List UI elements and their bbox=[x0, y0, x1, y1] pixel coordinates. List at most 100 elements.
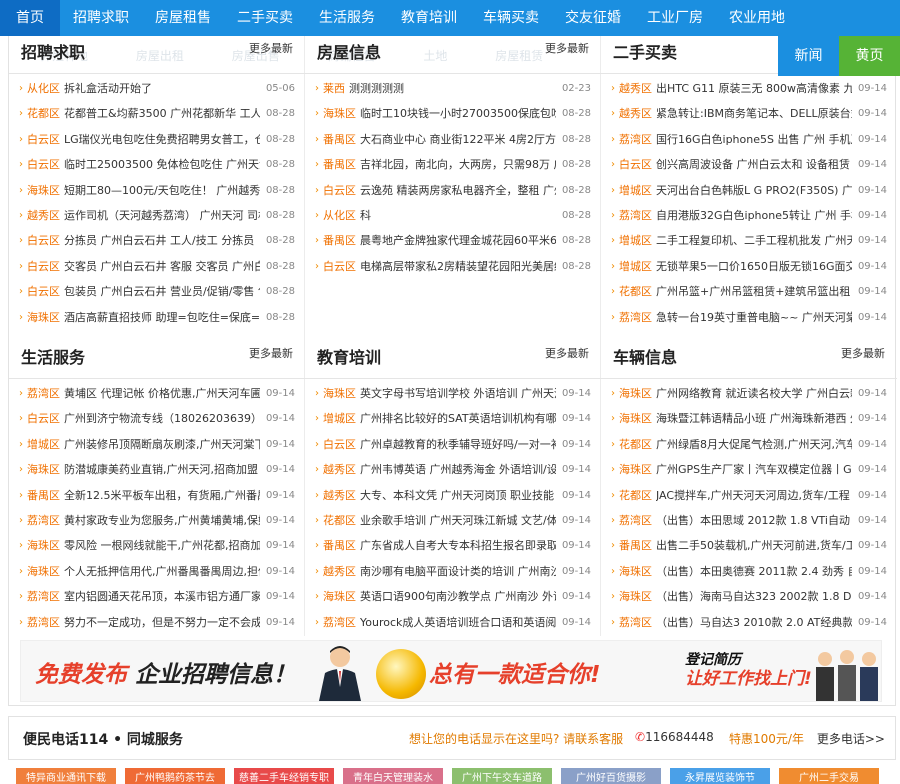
listing-item[interactable]: › 白云区 交客员 广州白云石井 客服 交客员 广州白 08-28 bbox=[9, 254, 305, 279]
district-label[interactable]: 白云区 bbox=[27, 127, 60, 152]
district-label[interactable]: 花都区 bbox=[619, 483, 652, 508]
nav-housing[interactable]: 房屋租售 bbox=[142, 0, 224, 36]
district-label[interactable]: 越秀区 bbox=[323, 457, 356, 482]
district-label[interactable]: 越秀区 bbox=[619, 76, 652, 101]
listing-item[interactable]: › 白云区 电梯高层带家私2房精装望花园阳光美居绿 08-28 bbox=[305, 254, 601, 279]
district-label[interactable]: 增城区 bbox=[619, 178, 652, 203]
listing-item[interactable]: › 海珠区 海珠暨江韩语精品小班 广州海珠新港西 外 09-14 bbox=[601, 406, 897, 431]
listing-title[interactable]: 大专、本科文凭 广州天河岗顶 职业技能 bbox=[360, 483, 556, 508]
listing-title[interactable]: 英文字母书写培训学校 外语培训 广州天河 bbox=[360, 381, 556, 406]
listing-item[interactable]: › 荔湾区 （出售）本田思域 2012款 1.8 VTi自动 09-14 bbox=[601, 508, 897, 533]
listing-item[interactable]: › 花都区 JAC搅拌车,广州天河天河周边,货车/工程 09-14 bbox=[601, 483, 897, 508]
listing-item[interactable]: › 花都区 广州吊篮+广州吊篮租赁+建筑吊篮出租 广 09-14 bbox=[601, 279, 897, 304]
panel-more-link[interactable]: 更多最新 bbox=[545, 345, 589, 361]
listing-title[interactable]: 黄村家政专业为您服务,广州黄埔黄埔,保姆/ bbox=[64, 508, 260, 533]
listing-item[interactable]: › 荔湾区 （出售）马自达3 2010款 2.0 AT经典款 09-14 bbox=[601, 610, 897, 635]
nav-farmland[interactable]: 农业用地 bbox=[716, 0, 798, 36]
listing-title[interactable]: 国行16G白色iphone5S 出售 广州 手机及 bbox=[656, 127, 852, 152]
listing-title[interactable]: 广州网络教育 就近读名校大学 广州白云新 bbox=[656, 381, 852, 406]
listing-title[interactable]: 花都普工&均薪3500 广州花都新华 工人/技 bbox=[64, 101, 260, 126]
listing-title[interactable]: 零风险 一根网线就能干,广州花都,招商加 bbox=[64, 533, 260, 558]
district-label[interactable]: 荔湾区 bbox=[323, 610, 356, 635]
listing-item[interactable]: › 海珠区 （出售）海南马自达323 2002款 1.8 D 09-14 bbox=[601, 584, 897, 609]
listing-title[interactable]: 天河出台白色韩版L G PRO2(F350S) 广 bbox=[656, 178, 852, 203]
district-label[interactable]: 海珠区 bbox=[27, 533, 60, 558]
listing-item[interactable]: › 白云区 广州到济宁物流专线（18026203639）,广 09-14 bbox=[9, 406, 305, 431]
listing-item[interactable]: › 番禺区 出售二手50装载机,广州天河前进,货车/工程 09-14 bbox=[601, 533, 897, 558]
district-label[interactable]: 越秀区 bbox=[323, 483, 356, 508]
listing-item[interactable]: › 从化区 拆礼盒活动开始了 05-06 bbox=[9, 76, 305, 101]
listing-item[interactable]: › 海珠区 零风险 一根网线就能干,广州花都,招商加 09-14 bbox=[9, 533, 305, 558]
listing-item[interactable]: › 越秀区 南沙哪有电脑平面设计类的培训 广州南沙 09-14 bbox=[305, 559, 601, 584]
tab-yellow-pages[interactable]: 黄页 bbox=[839, 36, 900, 76]
district-label[interactable]: 白云区 bbox=[27, 152, 60, 177]
listing-title[interactable]: 努力不一定成功，但是不努力一定不会成 bbox=[64, 610, 260, 635]
district-label[interactable]: 越秀区 bbox=[619, 101, 652, 126]
service-button[interactable]: 青年白天管理装水 bbox=[343, 768, 443, 784]
listing-item[interactable]: › 白云区 LG瑞仪光电包吃住免费招聘男女普工，仓 08-28 bbox=[9, 127, 305, 152]
listing-item[interactable]: › 海珠区 临时工10块钱一小时27003500保底包吃 08-28 bbox=[305, 101, 601, 126]
listing-item[interactable]: › 越秀区 广州韦博英语 广州越秀海金 外语培训/设 09-14 bbox=[305, 457, 601, 482]
nav-life-services[interactable]: 生活服务 bbox=[306, 0, 388, 36]
district-label[interactable]: 花都区 bbox=[619, 432, 652, 457]
listing-item[interactable]: › 莱西 测测测测测 02-23 bbox=[305, 76, 601, 101]
service-button[interactable]: 广州下午交车道路 bbox=[452, 768, 552, 784]
listing-item[interactable]: › 越秀区 紧急转让:IBM商务笔记本、DELL原装台式 09-14 bbox=[601, 101, 897, 126]
listing-title[interactable]: 室内铝圆通天花吊顶，本溪市铝方通厂家, bbox=[64, 584, 260, 609]
service-button[interactable]: 特异商业通讯下载 bbox=[16, 768, 116, 784]
panel-more-link[interactable]: 更多最新 bbox=[249, 345, 293, 361]
listing-item[interactable]: › 海珠区 英文字母书写培训学校 外语培训 广州天河 09-14 bbox=[305, 381, 601, 406]
listing-item[interactable]: › 荔湾区 国行16G白色iphone5S 出售 广州 手机及 09-14 bbox=[601, 127, 897, 152]
district-label[interactable]: 白云区 bbox=[323, 254, 356, 279]
district-label[interactable]: 增城区 bbox=[323, 406, 356, 431]
listing-title[interactable]: 南沙哪有电脑平面设计类的培训 广州南沙 bbox=[360, 559, 556, 584]
listing-title[interactable]: 自用港版32G白色iphone5转让 广州 手机及 bbox=[656, 203, 852, 228]
nav-vehicles[interactable]: 车辆买卖 bbox=[470, 0, 552, 36]
listing-item[interactable]: › 番禺区 全新12.5米平板车出租，有货厢,广州番禺, 09-14 bbox=[9, 483, 305, 508]
listing-item[interactable]: › 越秀区 出HTC G11 原装三无 800w高清像素 九新 09-14 bbox=[601, 76, 897, 101]
district-label[interactable]: 海珠区 bbox=[619, 457, 652, 482]
listing-title[interactable]: 大石商业中心 商业街122平米 4房2厅方正 bbox=[360, 127, 556, 152]
listing-item[interactable]: › 荔湾区 黄村家政专业为您服务,广州黄埔黄埔,保姆/09-14 bbox=[9, 508, 305, 533]
listing-item[interactable]: › 番禺区 晨粤地产金牌独家代理金城花园60平米69 08-28 bbox=[305, 228, 601, 253]
district-label[interactable]: 海珠区 bbox=[27, 305, 60, 330]
listing-title[interactable]: 云逸苑 精装两房家私电器齐全，整租 广州 bbox=[360, 178, 556, 203]
listing-title[interactable]: 广州GPS生产厂家丨汽车双模定位器丨GP bbox=[656, 457, 852, 482]
listing-title[interactable]: 全新12.5米平板车出租，有货厢,广州番禺, bbox=[64, 483, 260, 508]
listing-title[interactable]: 广州到济宁物流专线（18026203639）,广 bbox=[64, 406, 260, 431]
district-label[interactable]: 荔湾区 bbox=[619, 508, 652, 533]
listing-item[interactable]: › 荔湾区 努力不一定成功，但是不努力一定不会成 09-14 bbox=[9, 610, 305, 635]
listing-title[interactable]: 吉祥北园，南北向，大两房，只需98万 广 bbox=[360, 152, 556, 177]
district-label[interactable]: 增城区 bbox=[619, 254, 652, 279]
listing-title[interactable]: 海珠暨江韩语精品小班 广州海珠新港西 外 bbox=[656, 406, 852, 431]
listing-title[interactable]: （出售）本田思域 2012款 1.8 VTi自动 bbox=[656, 508, 852, 533]
district-label[interactable]: 番禺区 bbox=[323, 127, 356, 152]
district-label[interactable]: 白云区 bbox=[27, 228, 60, 253]
listing-item[interactable]: › 海珠区 （出售）本田奥德赛 2011款 2.4 劲秀 自 09-14 bbox=[601, 559, 897, 584]
listing-item[interactable]: › 越秀区 运作司机（天河越秀荔湾） 广州天河 司机/08-28 bbox=[9, 203, 305, 228]
listing-item[interactable]: › 白云区 临时工25003500 免体检包吃住 广州天河天 08-28 bbox=[9, 152, 305, 177]
listing-title[interactable]: 急转一台19英寸重普电脑~~ 广州天河棠下 bbox=[656, 305, 852, 330]
listing-item[interactable]: › 增城区 天河出台白色韩版L G PRO2(F350S) 广 09-14 bbox=[601, 178, 897, 203]
listing-item[interactable]: › 荔湾区 急转一台19英寸重普电脑~~ 广州天河棠下 09-14 bbox=[601, 305, 897, 330]
listing-item[interactable]: › 番禺区 广东省成人自考大专本科招生报名即录取培 09-14 bbox=[305, 533, 601, 558]
nav-jobs[interactable]: 招聘求职 bbox=[60, 0, 142, 36]
district-label[interactable]: 荔湾区 bbox=[27, 610, 60, 635]
district-label[interactable]: 从化区 bbox=[323, 203, 356, 228]
district-label[interactable]: 海珠区 bbox=[323, 381, 356, 406]
listing-title[interactable]: 广州卓越教育的秋季辅导班好吗/一对一补 bbox=[360, 432, 556, 457]
district-label[interactable]: 番禺区 bbox=[27, 483, 60, 508]
district-label[interactable]: 荔湾区 bbox=[619, 610, 652, 635]
panel-more-link[interactable]: 更多最新 bbox=[545, 40, 589, 56]
listing-title[interactable]: 业余歌手培训 广州天河珠江新城 文艺/体 bbox=[360, 508, 556, 533]
listing-item[interactable]: › 海珠区 英语口语900句南沙教学点 广州南沙 外语/09-14 bbox=[305, 584, 601, 609]
listing-item[interactable]: › 荔湾区 室内铝圆通天花吊顶，本溪市铝方通厂家, 09-14 bbox=[9, 584, 305, 609]
district-label[interactable]: 荔湾区 bbox=[619, 127, 652, 152]
district-label[interactable]: 海珠区 bbox=[27, 178, 60, 203]
listing-title[interactable]: 包装员 广州白云石井 营业员/促销/零售 包 bbox=[64, 279, 260, 304]
district-label[interactable]: 海珠区 bbox=[619, 559, 652, 584]
listing-item[interactable]: › 增城区 广州排名比较好的SAT英语培训机构有哪些 09-14 bbox=[305, 406, 601, 431]
listing-item[interactable]: › 海珠区 广州GPS生产厂家丨汽车双模定位器丨GP 09-14 bbox=[601, 457, 897, 482]
service-button[interactable]: 慈善二手车经销专职 bbox=[234, 768, 334, 784]
listing-item[interactable]: › 越秀区 大专、本科文凭 广州天河岗顶 职业技能 09-14 bbox=[305, 483, 601, 508]
